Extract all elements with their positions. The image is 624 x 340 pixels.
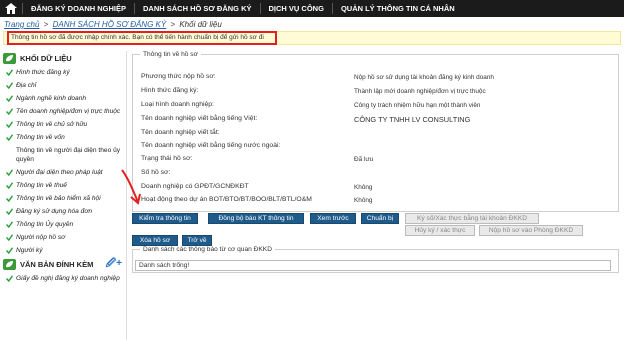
sidebar-item-label: Giấy đề nghị đăng ký doanh nghiệp <box>16 275 120 282</box>
sidebar-item-dia-chi[interactable]: Địa chỉ <box>3 79 126 92</box>
info-value: Không <box>354 197 373 204</box>
sidebar-item-label: Thông tin về người đại diện theo ủy quyề… <box>16 147 121 163</box>
info-label: Tên doanh nghiệp viết tắt: <box>141 129 220 136</box>
delete-record-button[interactable]: Xóa hồ sơ <box>132 235 178 246</box>
sidebar-item-label: Người nộp hồ sơ <box>16 234 66 241</box>
sync-info-button[interactable]: Đồng bộ báo KT thông tin <box>208 213 304 224</box>
breadcrumb-sep: > <box>43 20 49 29</box>
sidebar-item-chu-so-huu[interactable]: Thông tin về chủ sở hữu <box>3 118 126 131</box>
sidebar-item-dai-dien-uy-quyen[interactable]: Thông tin về người đại diện theo ủy quyề… <box>3 144 126 166</box>
check-icon <box>6 234 13 241</box>
check-icon <box>6 221 13 228</box>
sidebar-item-label: Thông tin về vốn <box>16 134 65 141</box>
nav-item-danh-sach-ho-so[interactable]: DANH SÁCH HỒ SƠ ĐĂNG KÝ <box>135 0 260 17</box>
cancel-sign-button[interactable]: Hủy ký / xác thực <box>405 225 475 236</box>
annotation-arrow-icon <box>121 169 141 205</box>
sidebar-section-label: VĂN BẢN ĐÍNH KÈM <box>20 260 94 269</box>
info-label: Tên doanh nghiệp viết bằng tiếng Việt: <box>141 115 258 122</box>
preview-button[interactable]: Xem trước <box>310 213 356 224</box>
home-button[interactable] <box>0 0 22 17</box>
info-value: Nộp hồ sơ sử dụng tài khoản đăng ký kinh… <box>354 74 494 81</box>
check-icon <box>6 108 13 115</box>
sidebar: KHỐI DỮ LIỆU Hình thức đăng ký Địa chỉ N… <box>3 51 127 340</box>
check-icon <box>6 69 13 76</box>
back-button[interactable]: Trở về <box>182 235 212 246</box>
info-label: Phương thức nộp hồ sơ: <box>141 73 216 80</box>
notice-text: Thông tin hồ sơ đã được nhập chính xác. … <box>11 34 264 41</box>
sidebar-item-label: Tên doanh nghiệp/đơn vị trực thuộc <box>16 108 121 115</box>
info-label: Hoạt động theo dự án BOT/BTO/BT/BOO/BLT/… <box>141 196 312 203</box>
info-value: Không <box>354 184 373 191</box>
sidebar-section-label: KHỐI DỮ LIỆU <box>20 54 72 63</box>
sidebar-item-label: Đăng ký sử dụng hóa đơn <box>16 208 92 215</box>
info-label: Tên doanh nghiệp viết bằng tiếng nước ng… <box>141 142 281 149</box>
nav-item-dang-ky-doanh-nghiep[interactable]: ĐĂNG KÝ DOANH NGHIỆP <box>23 0 134 17</box>
info-value: CÔNG TY TNHH LV CONSULTING <box>354 115 471 124</box>
sidebar-item-dai-dien-phap-luat[interactable]: Người đại diện theo pháp luật <box>3 166 126 179</box>
check-icon <box>6 208 13 215</box>
sidebar-item-hinh-thuc[interactable]: Hình thức đăng ký <box>3 66 126 79</box>
sidebar-item-label: Ngành nghề kinh doanh <box>16 95 87 102</box>
info-value: Công ty trách nhiệm hữu hạn một thành vi… <box>354 102 481 109</box>
sidebar-section-attachments: VĂN BẢN ĐÍNH KÈM 🖉+ <box>3 257 126 272</box>
check-info-button[interactable]: Kiểm tra thông tin <box>132 213 198 224</box>
leaf-icon <box>3 53 16 64</box>
check-icon <box>6 82 13 89</box>
sidebar-item-attachment[interactable]: Giấy đề nghị đăng ký doanh nghiệp <box>3 272 126 285</box>
sidebar-item-label: Người đại diện theo pháp luật <box>16 169 103 176</box>
sign-submit-button[interactable]: Ký số/Xác thực bằng tài khoản ĐKKD <box>405 213 539 224</box>
sidebar-item-von[interactable]: Thông tin về vốn <box>3 131 126 144</box>
info-value: Thành lập mới doanh nghiệp/đơn vị trực t… <box>354 88 486 95</box>
panel-legend: Thông tin về hồ sơ <box>140 51 201 58</box>
sidebar-section-data: KHỐI DỮ LIỆU <box>3 51 126 66</box>
check-icon <box>6 182 13 189</box>
sidebar-item-hoa-don[interactable]: Đăng ký sử dụng hóa đơn <box>3 205 126 218</box>
sidebar-item-nguoi-nop[interactable]: Người nộp hồ sơ <box>3 231 126 244</box>
breadcrumb-sep: > <box>170 20 176 29</box>
check-icon <box>6 169 13 176</box>
check-icon <box>6 247 13 254</box>
info-value: Đã lưu <box>354 156 374 163</box>
notifications-list: Danh sách trống! <box>135 260 611 271</box>
nav-item-dich-vu-cong[interactable]: DỊCH VỤ CÔNG <box>261 0 332 17</box>
sidebar-item-uy-quyen[interactable]: Thông tin Ủy quyền <box>3 218 126 231</box>
top-nav: ĐĂNG KÝ DOANH NGHIỆP DANH SÁCH HỒ SƠ ĐĂN… <box>0 0 624 17</box>
breadcrumb: Trang chủ > DANH SÁCH HỒ SƠ ĐĂNG KÝ > Kh… <box>4 20 222 29</box>
home-icon <box>5 3 17 14</box>
check-icon <box>6 275 13 282</box>
sidebar-item-label: Địa chỉ <box>16 82 37 89</box>
sidebar-item-label: Người ký <box>16 247 43 254</box>
sidebar-item-label: Thông tin về bảo hiểm xã hội <box>16 195 101 202</box>
sidebar-item-label: Thông tin về chủ sở hữu <box>16 121 88 128</box>
check-icon <box>6 195 13 202</box>
notifications-legend: Danh sách các thông báo từ cơ quan ĐKKD <box>140 246 275 253</box>
leaf-icon <box>3 259 16 270</box>
sidebar-item-bao-hiem[interactable]: Thông tin về bảo hiểm xã hội <box>3 192 126 205</box>
sidebar-item-label: Thông tin về thuế <box>16 182 67 189</box>
prepare-button[interactable]: Chuẩn bị <box>361 213 399 224</box>
add-attachment-icon[interactable]: 🖉+ <box>106 256 123 273</box>
sidebar-item-label: Thông tin Ủy quyền <box>16 221 74 228</box>
check-icon <box>6 121 13 128</box>
breadcrumb-current: Khối dữ liệu <box>179 20 222 29</box>
breadcrumb-list[interactable]: DANH SÁCH HỒ SƠ ĐĂNG KÝ <box>53 20 167 29</box>
nav-item-quan-ly-thong-tin[interactable]: QUẢN LÝ THÔNG TIN CÁ NHÂN <box>333 0 463 17</box>
info-label: Trạng thái hồ sơ: <box>141 155 193 162</box>
sidebar-item-nganh-nghe[interactable]: Ngành nghề kinh doanh <box>3 92 126 105</box>
info-label: Hình thức đăng ký: <box>141 87 199 94</box>
sidebar-item-label: Hình thức đăng ký <box>16 69 70 76</box>
check-icon <box>6 134 13 141</box>
check-icon <box>6 95 13 102</box>
sidebar-item-thue[interactable]: Thông tin về thuế <box>3 179 126 192</box>
sidebar-item-ten-doanh-nghiep[interactable]: Tên doanh nghiệp/đơn vị trực thuộc <box>3 105 126 118</box>
submit-office-button[interactable]: Nộp hồ sơ vào Phòng ĐKKD <box>479 225 583 236</box>
breadcrumb-home[interactable]: Trang chủ <box>4 20 39 29</box>
info-label: Loại hình doanh nghiệp: <box>141 101 214 108</box>
